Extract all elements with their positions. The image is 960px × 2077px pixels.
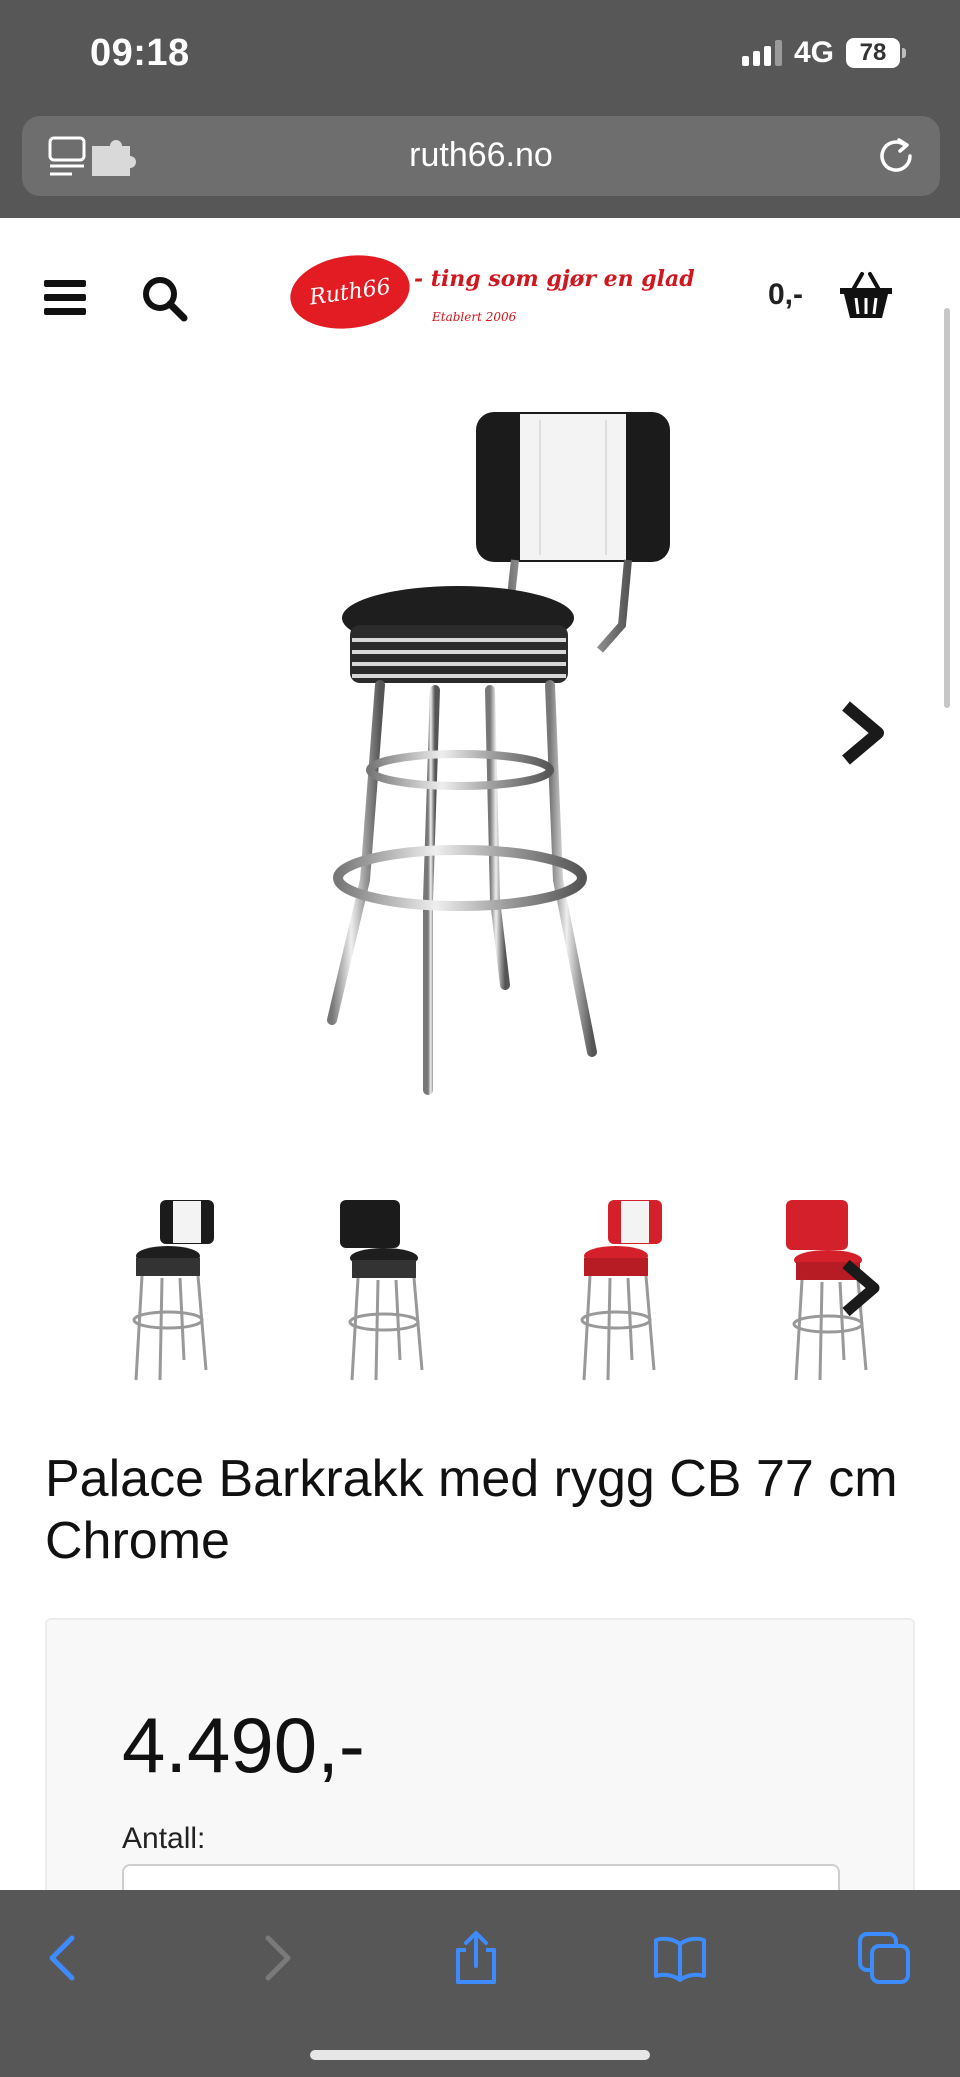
browser-bottom-toolbar — [0, 1890, 960, 2077]
battery-icon: 78 — [846, 38, 906, 68]
site-logo[interactable]: Ruth66 - ting som gjør en glad Etablert … — [285, 247, 695, 345]
thumbnail-black-white[interactable] — [118, 1190, 228, 1390]
status-indicators: 4G 78 — [741, 36, 906, 70]
thumbnail-red-white[interactable] — [566, 1190, 676, 1390]
home-indicator — [310, 2050, 650, 2060]
battery-level: 78 — [859, 39, 887, 66]
forward-icon[interactable] — [248, 1930, 304, 1986]
logo-badge: Ruth66 — [285, 247, 415, 337]
cart-total[interactable]: 0,- — [768, 278, 803, 312]
thumbnail-strip — [0, 1190, 960, 1390]
thumbnail-chevron-right-icon[interactable] — [838, 1258, 884, 1318]
page-scrollbar[interactable] — [944, 308, 950, 708]
chevron-right-icon[interactable] — [836, 700, 888, 766]
product-price: 4.490,- — [122, 1701, 365, 1789]
quantity-label: Antall: — [122, 1822, 206, 1855]
browser-top-chrome: 09:18 4G 78 ruth66.no — [0, 0, 960, 218]
thumbnail-black[interactable] — [334, 1190, 444, 1390]
network-type: 4G — [793, 36, 834, 69]
bookmarks-icon[interactable] — [652, 1930, 708, 1986]
status-time: 09:18 — [90, 32, 190, 74]
reload-icon[interactable] — [874, 134, 918, 178]
menu-icon[interactable] — [44, 280, 86, 316]
url-text: ruth66.no — [409, 136, 553, 174]
logo-tagline: - ting som gjør en glad — [414, 266, 695, 292]
search-icon[interactable] — [140, 274, 188, 322]
logo-established: Etablert 2006 — [432, 310, 517, 324]
basket-icon[interactable] — [838, 270, 894, 322]
address-bar[interactable]: ruth66.no — [22, 116, 940, 196]
tabs-icon[interactable] — [856, 1930, 912, 1986]
cellular-signal-icon — [741, 40, 782, 66]
product-main-image[interactable] — [310, 400, 710, 1100]
share-icon[interactable] — [448, 1930, 504, 1986]
site-header: Ruth66 - ting som gjør en glad Etablert … — [0, 218, 960, 378]
product-title: Palace Barkrakk med rygg CB 77 cm Chrome — [45, 1450, 898, 1570]
back-icon[interactable] — [36, 1930, 92, 1986]
